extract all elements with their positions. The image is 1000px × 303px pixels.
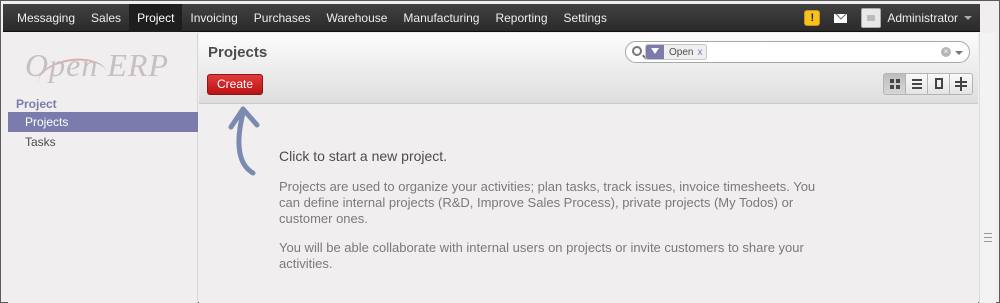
curved-arrow-icon — [228, 106, 260, 176]
empty-state-collaboration: You will be able collaborate with intern… — [279, 240, 804, 271]
logo[interactable]: Open ERP — [25, 47, 169, 84]
page-title: Projects — [208, 44, 268, 61]
menu-item-invoicing[interactable]: Invoicing — [182, 4, 245, 32]
main-menu: Messaging Sales Project Invoicing Purcha… — [9, 4, 615, 32]
menu-item-messaging[interactable]: Messaging — [9, 4, 83, 32]
avatar[interactable] — [861, 8, 882, 28]
menu-item-purchases[interactable]: Purchases — [246, 4, 319, 32]
gantt-view-button[interactable] — [950, 74, 972, 94]
menu-item-sales[interactable]: Sales — [83, 4, 129, 32]
search-input[interactable]: Open x × — [625, 41, 970, 63]
menu-item-manufacturing[interactable]: Manufacturing — [395, 4, 487, 32]
menu-item-project[interactable]: Project — [129, 4, 183, 32]
search-facet[interactable]: Open x — [645, 44, 708, 60]
sidebar-section-title: Project — [16, 97, 57, 111]
clear-icon[interactable]: × — [941, 47, 951, 57]
scrollbar-grip-icon[interactable] — [984, 233, 992, 242]
sidebar-item-tasks[interactable]: Tasks — [8, 132, 198, 152]
list-view-button[interactable] — [906, 74, 928, 94]
form-view-button[interactable] — [928, 74, 950, 94]
filter-icon — [646, 45, 664, 59]
main-content: Click to start a new project. Projects a… — [199, 105, 978, 303]
menu-item-reporting[interactable]: Reporting — [487, 4, 555, 32]
empty-state-title: Click to start a new project. — [279, 148, 448, 164]
app-window: Messaging Sales Project Invoicing Purcha… — [0, 0, 1000, 303]
facet-remove-button[interactable]: x — [697, 47, 706, 58]
sidebar-item-projects[interactable]: Projects — [8, 112, 198, 132]
search-icon[interactable] — [632, 46, 642, 56]
view-switcher — [883, 73, 973, 95]
scrollbar[interactable] — [979, 33, 996, 303]
mail-icon[interactable] — [834, 13, 848, 23]
logo-erp-text: ERP — [107, 47, 169, 83]
empty-state-description: Projects are used to organize your activ… — [279, 179, 816, 226]
user-name[interactable]: Administrator — [887, 11, 958, 25]
topbar-user-area: ! Administrator — [804, 4, 972, 32]
kanban-view-button[interactable] — [884, 74, 906, 94]
menu-item-warehouse[interactable]: Warehouse — [319, 4, 396, 32]
top-menu-bar: Messaging Sales Project Invoicing Purcha… — [3, 4, 980, 32]
view-header: Projects Create Open x × — [199, 33, 978, 104]
dropdown-icon[interactable] — [955, 51, 963, 55]
logo-open-text: Open — [25, 47, 99, 83]
facet-label: Open — [669, 46, 694, 58]
chevron-down-icon[interactable] — [964, 16, 972, 20]
warning-icon[interactable]: ! — [804, 10, 821, 26]
menu-item-settings[interactable]: Settings — [556, 4, 615, 32]
sidebar: Open ERP Project Projects Tasks — [8, 33, 198, 303]
create-button[interactable]: Create — [207, 74, 263, 95]
